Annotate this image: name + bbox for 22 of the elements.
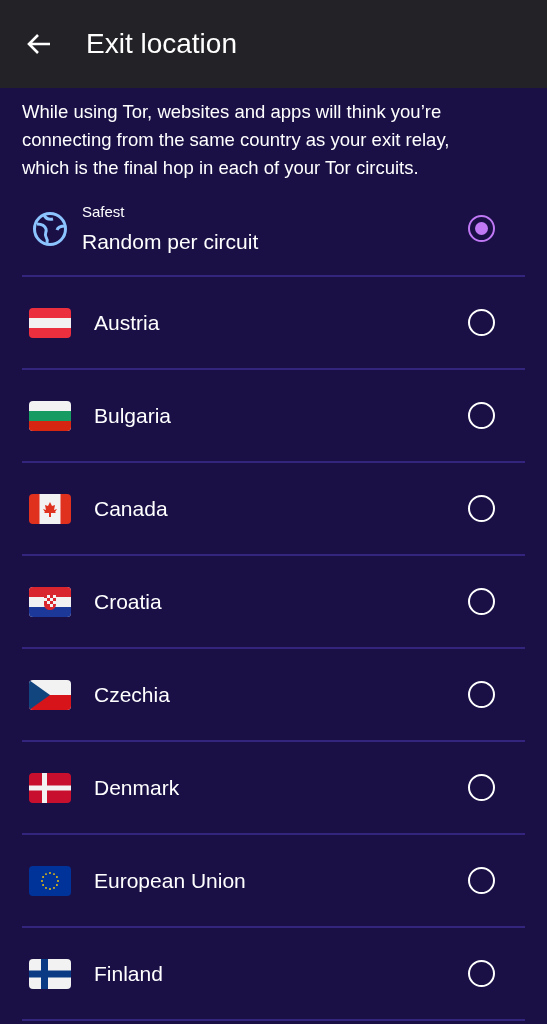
option-label: Bulgaria <box>94 403 173 428</box>
option-label: European Union <box>94 868 247 893</box>
description-text: While using Tor, websites and apps will think you’re connecting from the same country as your exit relay, which is the final hop in each of your Tor circuits. <box>21 100 451 180</box>
bulgaria-flag-icon <box>29 400 71 431</box>
croatia-flag-icon <box>29 586 71 617</box>
finland-flag-icon <box>29 958 71 989</box>
option-label: Croatia <box>94 589 163 614</box>
option-label: Austria <box>94 310 161 335</box>
option-overline: Safest <box>82 203 126 220</box>
austria-flag-icon <box>29 307 71 338</box>
radio-button[interactable] <box>468 215 495 242</box>
screen-title: Exit location <box>86 28 237 60</box>
eu-flag-icon <box>29 865 71 896</box>
denmark-flag-icon <box>29 772 71 803</box>
option-label: Canada <box>94 496 169 521</box>
option-label: Czechia <box>94 682 171 707</box>
option-label: Denmark <box>94 775 181 800</box>
option-label: Random per circuit <box>82 230 260 254</box>
canada-flag-icon <box>29 493 71 524</box>
czechia-flag-icon <box>29 679 71 710</box>
globe-icon <box>32 210 68 247</box>
option-label: Finland <box>94 961 164 986</box>
